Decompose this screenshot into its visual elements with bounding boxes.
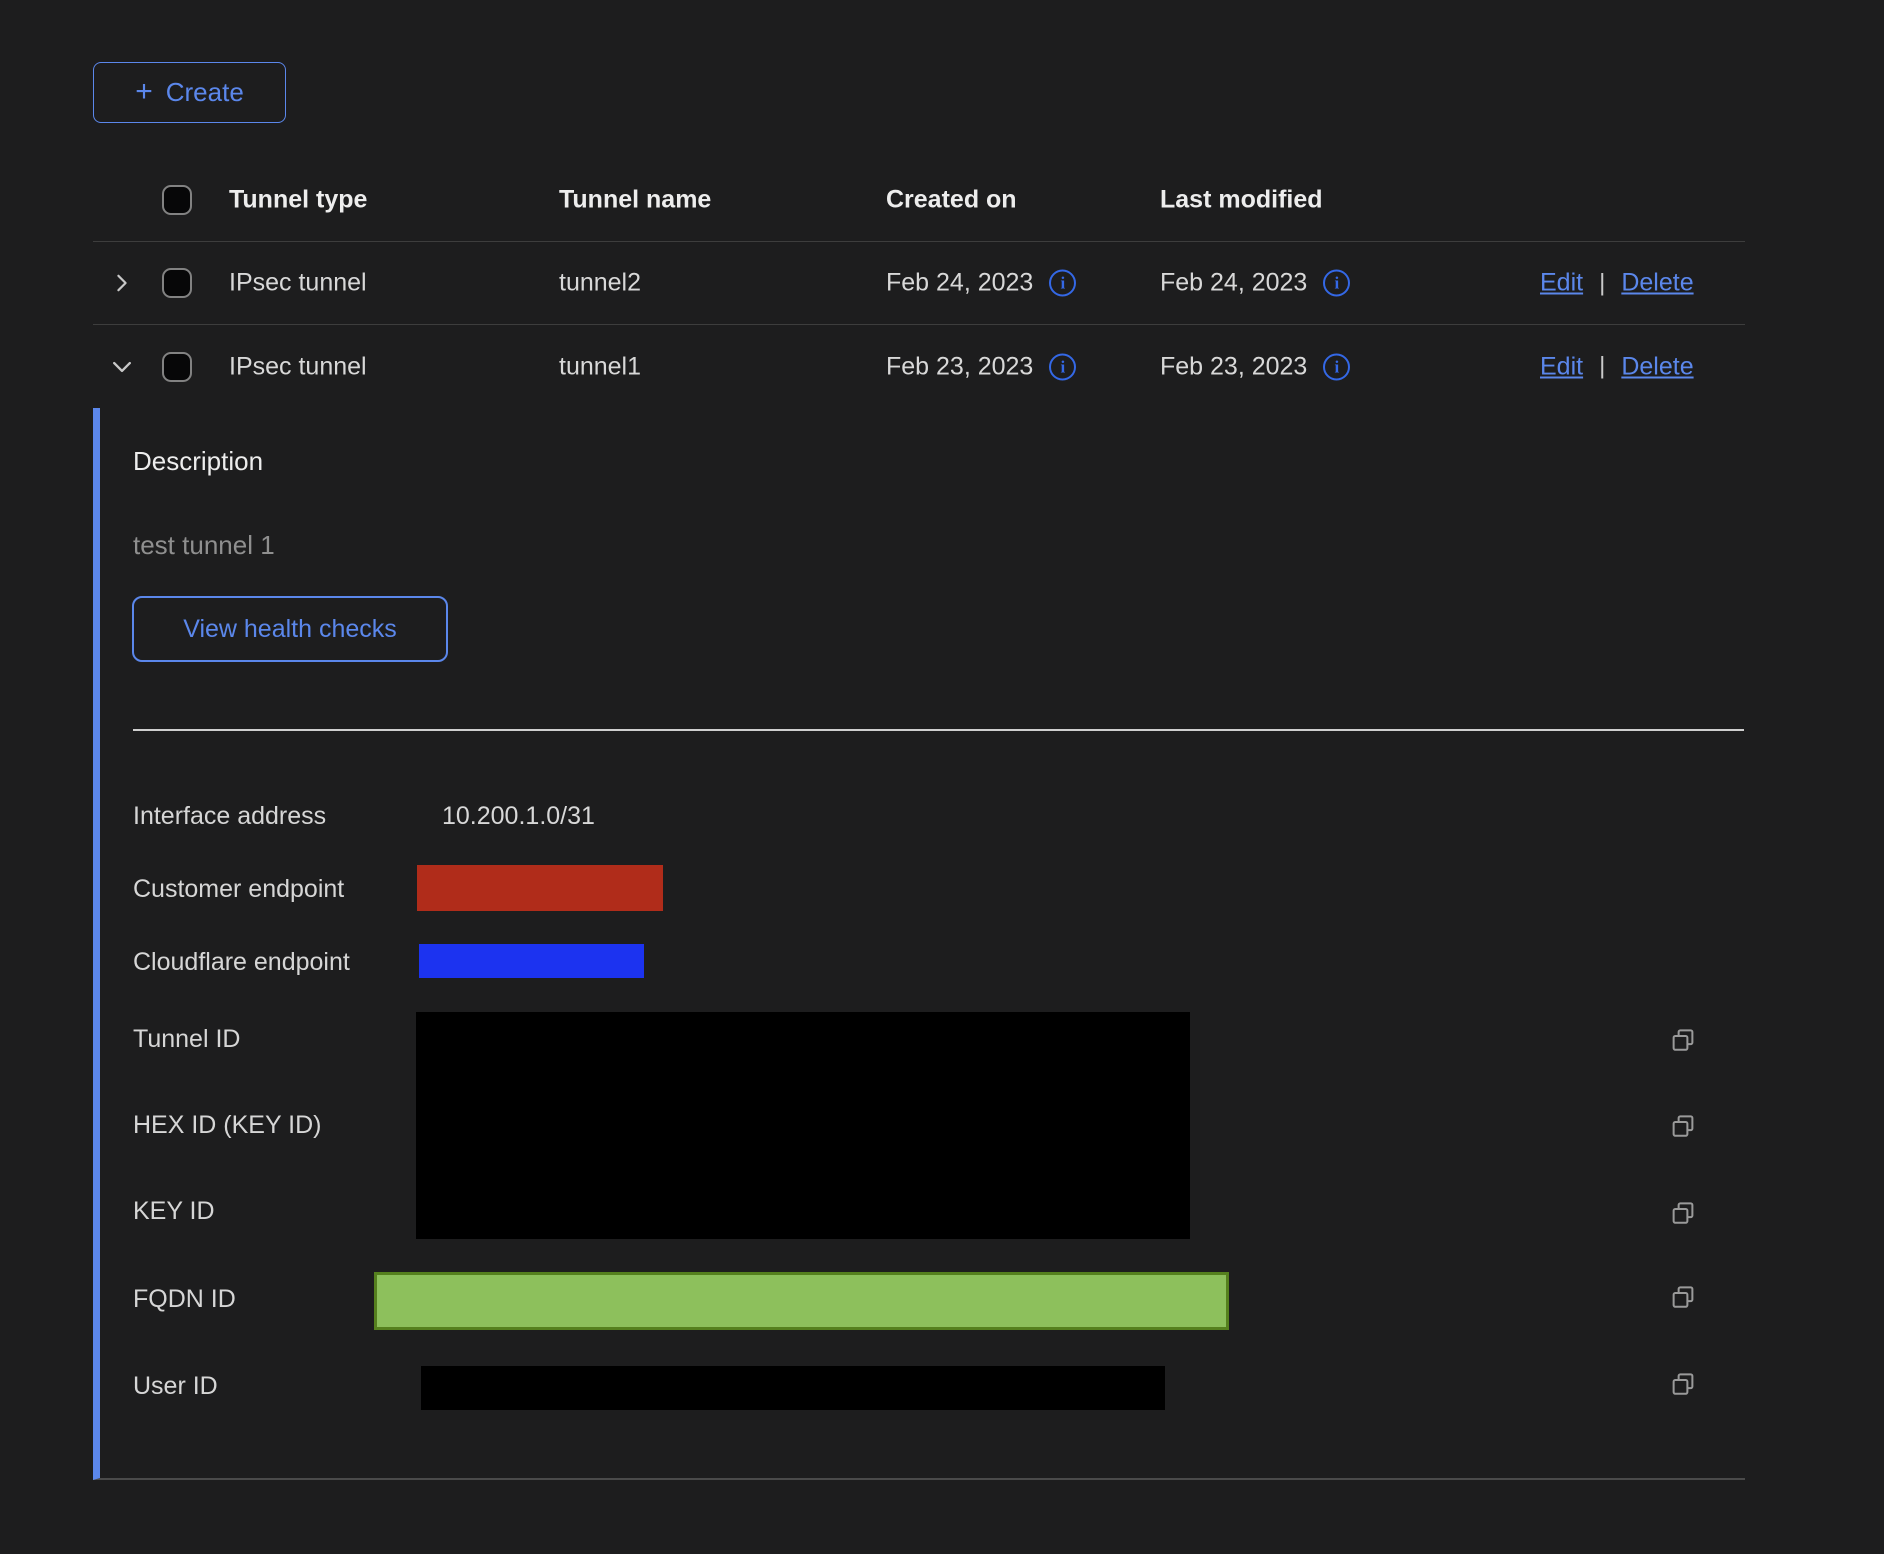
view-health-checks-button[interactable]: View health checks [132,596,448,662]
delete-link[interactable]: Delete [1621,352,1693,381]
edit-link[interactable]: Edit [1540,352,1583,381]
info-icon[interactable]: i [1049,270,1076,297]
table-row: IPsec tunnel tunnel1 Feb 23, 2023 i Feb … [93,325,1745,408]
section-divider [133,729,1744,731]
interface-address-label: Interface address [133,802,326,831]
create-button[interactable]: + Create [93,62,286,123]
header-tunnel-type: Tunnel type [229,186,367,215]
header-last-modified: Last modified [1160,186,1323,215]
info-icon[interactable]: i [1049,353,1076,380]
copy-key-id-icon[interactable] [1668,1199,1698,1229]
user-id-redacted-value [421,1366,1165,1410]
info-icon[interactable]: i [1323,353,1350,380]
tunnel-id-label: Tunnel ID [133,1025,240,1054]
create-button-label: Create [166,77,244,108]
copy-hex-id-icon[interactable] [1668,1112,1698,1142]
row-checkbox[interactable] [162,352,192,382]
tunnel-detail-panel: Description test tunnel 1 View health ch… [93,408,1745,1480]
key-id-label: KEY ID [133,1197,215,1226]
table-row: IPsec tunnel tunnel2 Feb 24, 2023 i Feb … [93,242,1745,325]
last-modified-cell: Feb 23, 2023 [1160,352,1307,381]
cloudflare-endpoint-redacted-value [419,944,644,978]
copy-user-id-icon[interactable] [1668,1370,1698,1400]
edit-link[interactable]: Edit [1540,269,1583,298]
plus-icon: + [135,77,153,107]
tunnel-name-cell: tunnel1 [559,352,641,381]
header-tunnel-name: Tunnel name [559,186,711,215]
tunnels-page: + Create Tunnel type Tunnel name Created… [0,0,1884,1554]
delete-link[interactable]: Delete [1621,269,1693,298]
user-id-label: User ID [133,1372,218,1401]
collapse-chevron-down-icon[interactable] [107,352,137,382]
copy-tunnel-id-icon[interactable] [1668,1026,1698,1056]
description-value: test tunnel 1 [133,530,275,561]
tunnel-hex-key-id-redacted-value [416,1012,1190,1239]
copy-fqdn-id-icon[interactable] [1668,1283,1698,1313]
tunnel-table: Tunnel type Tunnel name Created on Last … [93,159,1745,408]
info-icon[interactable]: i [1323,270,1350,297]
description-label: Description [133,446,263,477]
row-checkbox[interactable] [162,268,192,298]
tunnel-type-cell: IPsec tunnel [229,269,367,298]
tunnel-name-cell: tunnel2 [559,269,641,298]
action-separator: | [1599,353,1605,381]
tunnel-type-cell: IPsec tunnel [229,352,367,381]
table-header-row: Tunnel type Tunnel name Created on Last … [93,159,1745,242]
created-on-cell: Feb 24, 2023 [886,269,1033,298]
customer-endpoint-redacted-value [417,865,663,911]
header-created-on: Created on [886,186,1017,215]
customer-endpoint-label: Customer endpoint [133,875,344,904]
expand-chevron-right-icon[interactable] [107,268,137,298]
last-modified-cell: Feb 24, 2023 [1160,269,1307,298]
cloudflare-endpoint-label: Cloudflare endpoint [133,948,350,977]
interface-address-value: 10.200.1.0/31 [442,802,595,831]
action-separator: | [1599,269,1605,297]
fqdn-id-redacted-value [374,1272,1229,1330]
hex-id-label: HEX ID (KEY ID) [133,1111,321,1140]
fqdn-id-label: FQDN ID [133,1285,236,1314]
select-all-checkbox[interactable] [162,185,192,215]
created-on-cell: Feb 23, 2023 [886,352,1033,381]
